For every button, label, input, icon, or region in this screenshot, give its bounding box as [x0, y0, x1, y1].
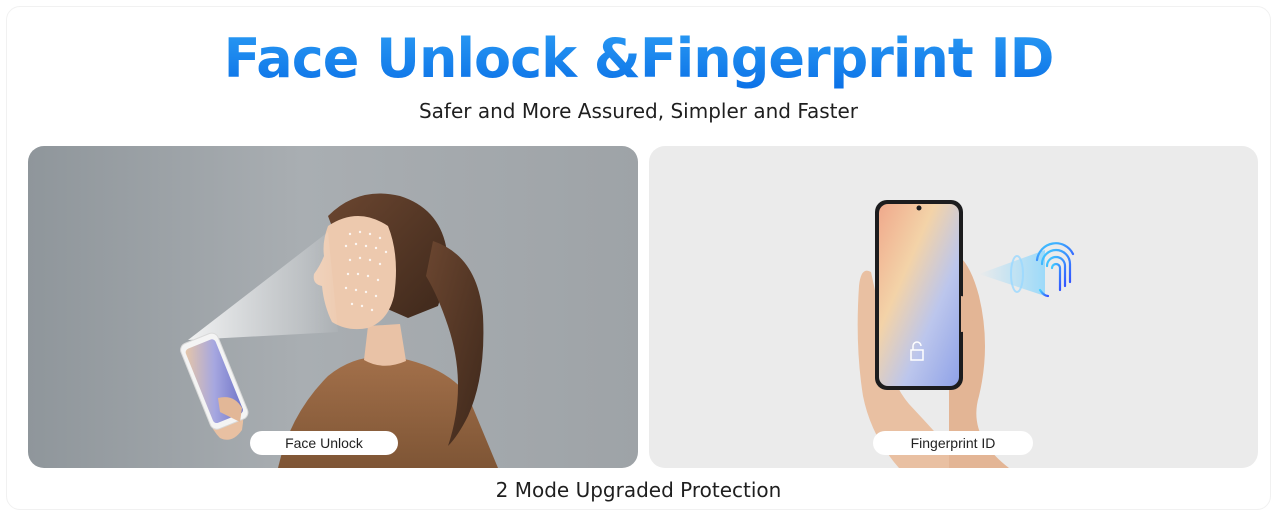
fingerprint-illustration [857, 200, 1075, 468]
page-title: Face Unlock &Fingerprint ID [0, 26, 1277, 92]
face-unlock-label: Face Unlock [250, 431, 398, 455]
face-unlock-illustration [180, 193, 498, 468]
fingerprint-id-panel: Fingerprint ID [649, 146, 1258, 468]
page-subtitle: Safer and More Assured, Simpler and Fast… [418, 99, 859, 123]
fingerprint-id-label: Fingerprint ID [873, 431, 1033, 455]
footer-caption: 2 Mode Upgraded Protection [495, 478, 782, 502]
face-unlock-panel: Face Unlock [28, 146, 638, 468]
